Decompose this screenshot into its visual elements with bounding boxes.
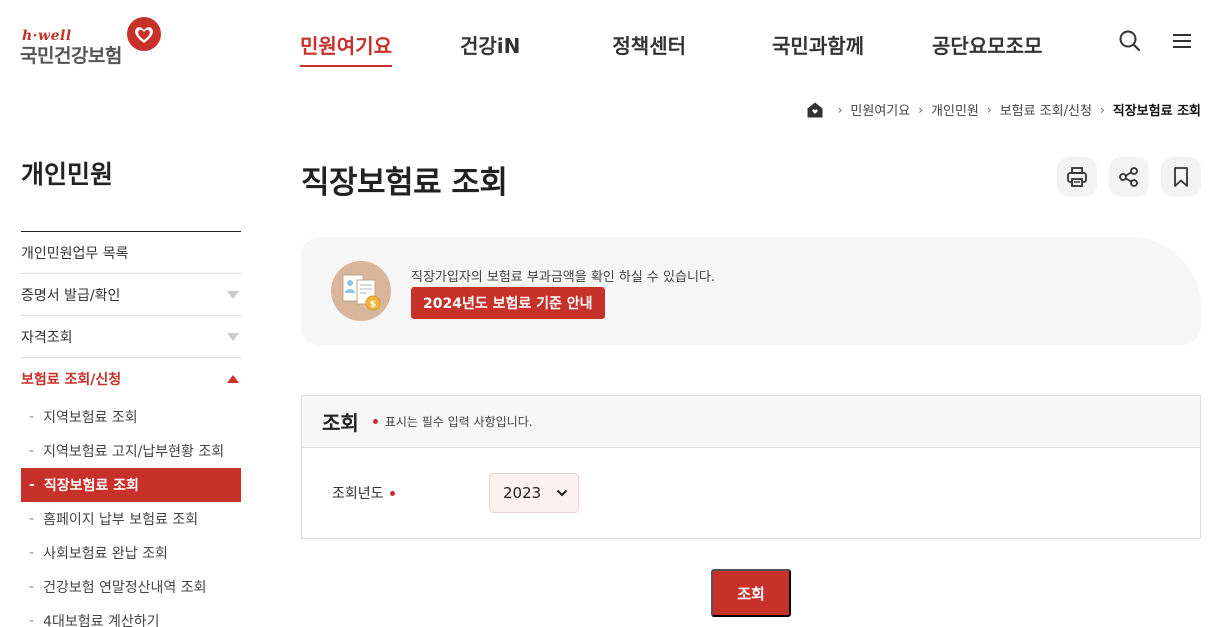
breadcrumb-item-minwon[interactable]: 민원여기요 bbox=[850, 100, 910, 119]
chevron-down-icon bbox=[227, 290, 239, 299]
search-button[interactable]: 조회 bbox=[711, 569, 791, 617]
bookmark-icon bbox=[1174, 167, 1188, 187]
required-note-text: 표시는 필수 입력 사항입니다. bbox=[384, 415, 533, 429]
year-label-text: 조회년도 bbox=[332, 486, 384, 502]
sidebar-item-label: 개인민원업무 목록 bbox=[21, 245, 129, 262]
sidebar-submenu: - 지역보험료 조회 - 지역보험료 고지/납부현황 조회 - 직장보험료 조회 -홈… bbox=[21, 400, 241, 627]
dash-icon: - bbox=[29, 545, 35, 561]
breadcrumb-separator: › bbox=[1099, 102, 1105, 117]
dash-icon: - bbox=[29, 613, 35, 627]
sidebar-nav: 개인민원업무 목록 증명서 발급/확인 자격조회 보험료 조회/신청 - 지역보험… bbox=[21, 231, 241, 627]
breadcrumb-separator: › bbox=[986, 102, 992, 117]
breadcrumb-separator: › bbox=[918, 102, 924, 117]
sidebar-item-label: 자격조회 bbox=[21, 329, 73, 346]
svg-text:$: $ bbox=[370, 300, 376, 310]
form-row-year: 조회년도 2023 bbox=[302, 448, 1200, 538]
sidebar-item-insurance[interactable]: 보험료 조회/신청 bbox=[21, 358, 241, 400]
year-label: 조회년도 bbox=[332, 483, 395, 503]
submenu-label: 직장보험료 조회 bbox=[43, 478, 139, 494]
dash-icon: - bbox=[29, 409, 35, 425]
chevron-up-icon bbox=[227, 375, 239, 383]
submenu-item[interactable]: - 지역보험료 고지/납부현황 조회 bbox=[21, 434, 241, 468]
sidebar-item-certificate[interactable]: 증명서 발급/확인 bbox=[21, 274, 241, 316]
year-select[interactable]: 2023 bbox=[489, 473, 579, 513]
info-text: 직장가입자의 보험료 부과금액을 확인 하실 수 있습니다. bbox=[411, 270, 716, 285]
chevron-down-icon bbox=[227, 332, 239, 341]
logo-name: 국민건강보험 bbox=[20, 45, 122, 67]
dash-icon: - bbox=[29, 443, 35, 459]
breadcrumb: › 민원여기요 › 개인민원 › 보험료 조회/신청 › 직장보험료 조회 bbox=[806, 100, 1201, 119]
required-dot-icon bbox=[372, 419, 378, 424]
search-icon[interactable] bbox=[1117, 28, 1143, 54]
breadcrumb-item-insurance[interactable]: 보험료 조회/신청 bbox=[1000, 100, 1092, 119]
sidebar-title: 개인민원 bbox=[21, 160, 114, 189]
heart-logo-icon bbox=[127, 17, 161, 51]
dash-icon: - bbox=[29, 511, 35, 527]
gnb-item-about[interactable]: 공단요모조모 bbox=[932, 30, 1042, 67]
sidebar-item-label: 보험료 조회/신청 bbox=[21, 372, 122, 388]
breadcrumb-item-personal[interactable]: 개인민원 bbox=[931, 100, 979, 119]
submenu-item[interactable]: - 사회보험료 완납 조회 bbox=[21, 536, 241, 570]
sidebar-item-list[interactable]: 개인민원업무 목록 bbox=[21, 232, 241, 274]
submenu-item[interactable]: -4대보험료 계산하기 bbox=[21, 604, 241, 627]
logo[interactable]: h·well 국민건강보험 bbox=[20, 14, 170, 70]
submenu-item[interactable]: - 지역보험료 조회 bbox=[21, 400, 241, 434]
year-select-value: 2023 bbox=[503, 484, 542, 502]
sidebar-item-qualification[interactable]: 자격조회 bbox=[21, 316, 241, 358]
page-title: 직장보험료 조회 bbox=[301, 165, 508, 201]
document-coin-icon: $ bbox=[331, 261, 391, 321]
gnb-item-together[interactable]: 국민과함께 bbox=[772, 30, 864, 67]
gnb-item-minwon[interactable]: 민원여기요 bbox=[300, 30, 392, 67]
printer-icon bbox=[1067, 167, 1087, 187]
submenu-label: 지역보험료 고지/납부현황 조회 bbox=[43, 444, 225, 460]
submenu-label: 4대보험료 계산하기 bbox=[43, 614, 160, 627]
home-icon[interactable] bbox=[806, 101, 824, 119]
dash-icon: - bbox=[29, 477, 35, 493]
submenu-item[interactable]: - 홈페이지 납부 보험료 조회 bbox=[21, 502, 241, 536]
required-note: 표시는 필수 입력 사항입니다. bbox=[372, 413, 533, 430]
info-box: $ 직장가입자의 보험료 부과금액을 확인 하실 수 있습니다. 2024년도 … bbox=[301, 237, 1201, 345]
form-title: 조회 bbox=[322, 411, 359, 435]
share-button[interactable] bbox=[1109, 157, 1149, 197]
gnb-item-health-in[interactable]: 건강iN bbox=[460, 30, 520, 67]
share-icon bbox=[1119, 167, 1138, 187]
gnb-item-policy[interactable]: 정책센터 bbox=[612, 30, 686, 67]
bookmark-button[interactable] bbox=[1161, 157, 1201, 197]
menu-icon[interactable] bbox=[1169, 28, 1195, 54]
sidebar-item-label: 증명서 발급/확인 bbox=[21, 287, 121, 304]
insurance-standard-button[interactable]: 2024년도 보험료 기준 안내 bbox=[411, 287, 605, 319]
breadcrumb-current: 직장보험료 조회 bbox=[1112, 104, 1201, 119]
submenu-label: 사회보험료 완납 조회 bbox=[43, 546, 168, 562]
submenu-label: 건강보험 연말정산내역 조회 bbox=[43, 580, 207, 596]
submenu-item[interactable]: - 건강보험 연말정산내역 조회 bbox=[21, 570, 241, 604]
submenu-label: 홈페이지 납부 보험료 조회 bbox=[43, 512, 199, 528]
breadcrumb-separator: › bbox=[837, 102, 843, 117]
dash-icon: - bbox=[29, 579, 35, 595]
search-form: 조회 표시는 필수 입력 사항입니다. 조회년도 2023 bbox=[301, 395, 1201, 539]
form-header: 조회 표시는 필수 입력 사항입니다. bbox=[302, 396, 1200, 448]
required-dot-icon bbox=[389, 490, 395, 496]
submenu-label: 지역보험료 조회 bbox=[43, 410, 138, 426]
chevron-down-icon bbox=[556, 489, 568, 497]
global-nav: 민원여기요 건강iN 정책센터 국민과함께 공단요모조모 bbox=[300, 30, 1042, 67]
submenu-item-active[interactable]: - 직장보험료 조회 bbox=[21, 468, 241, 502]
print-button[interactable] bbox=[1057, 157, 1097, 197]
